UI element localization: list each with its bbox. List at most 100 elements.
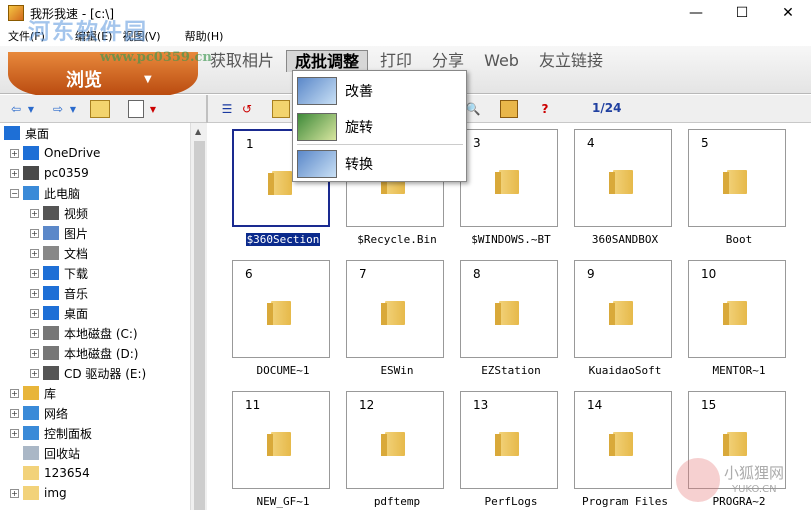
tree-item-label: 下载 bbox=[64, 266, 89, 281]
tree-expander[interactable]: + bbox=[30, 348, 39, 358]
view-mode-icon[interactable] bbox=[128, 100, 144, 118]
tree-expander[interactable]: + bbox=[30, 228, 39, 238]
tree-item[interactable]: 桌面 bbox=[4, 123, 49, 143]
thumbnail-item[interactable]: 4 360SANDBOX bbox=[568, 125, 682, 255]
thumbnail-filename: Program Files bbox=[581, 495, 669, 508]
batch-list-icon[interactable]: ☰ bbox=[214, 100, 240, 118]
tree-expander[interactable]: + bbox=[10, 488, 19, 498]
tab-get-photos[interactable]: 获取相片 bbox=[202, 50, 282, 72]
thumbnail-frame[interactable]: 4 bbox=[574, 129, 672, 227]
close-button[interactable]: ✕ bbox=[765, 0, 811, 26]
tree-item[interactable]: − 此电脑 bbox=[10, 183, 80, 203]
tree-item[interactable]: 123654 bbox=[10, 463, 90, 483]
tree-expander[interactable]: + bbox=[10, 168, 19, 178]
tree-item[interactable]: + OneDrive bbox=[10, 143, 100, 163]
tree-item[interactable]: + 桌面 bbox=[30, 303, 88, 323]
thumbnail-item[interactable]: 8 EZStation bbox=[454, 256, 568, 386]
tree-item[interactable]: + 网络 bbox=[10, 403, 68, 423]
thumbnail-frame[interactable]: 7 bbox=[346, 260, 444, 358]
forward-dropdown-icon[interactable]: ▼ bbox=[68, 100, 78, 118]
tree-item[interactable]: + CD 驱动器 (E:) bbox=[30, 363, 146, 383]
tree-item[interactable]: 回收站 bbox=[10, 443, 80, 463]
minimize-button[interactable]: — bbox=[673, 0, 719, 26]
tree-item[interactable]: + img bbox=[10, 483, 67, 503]
tab-print[interactable]: 打印 bbox=[372, 50, 420, 72]
tree-item[interactable]: + 库 bbox=[10, 383, 56, 403]
thumbnail-item[interactable]: 6 DOCUME~1 bbox=[226, 256, 340, 386]
tree-item[interactable]: + 下载 bbox=[30, 263, 88, 283]
scrollbar-thumb[interactable] bbox=[194, 141, 205, 510]
tab-web[interactable]: Web bbox=[476, 50, 527, 72]
thumbnail-number: 7 bbox=[359, 267, 367, 281]
thumbnail-frame[interactable]: 5 bbox=[688, 129, 786, 227]
tree-item[interactable]: + 音乐 bbox=[30, 283, 88, 303]
back-icon[interactable]: ⇦ bbox=[6, 100, 26, 118]
folder-icon bbox=[268, 171, 292, 195]
tree-expander[interactable]: + bbox=[10, 148, 19, 158]
tree-item[interactable]: + 文档 bbox=[30, 243, 88, 263]
thumbnail-item[interactable]: 11 NEW_GF~1 bbox=[226, 387, 340, 510]
tree-expander[interactable]: + bbox=[30, 288, 39, 298]
tree-item[interactable]: + 图片 bbox=[30, 223, 88, 243]
forward-icon[interactable]: ⇨ bbox=[48, 100, 68, 118]
tree-expander[interactable]: + bbox=[30, 268, 39, 278]
slideshow-icon[interactable] bbox=[500, 100, 518, 118]
maximize-button[interactable]: ☐ bbox=[719, 0, 765, 26]
open-folder-icon[interactable] bbox=[272, 100, 290, 118]
thumbnail-caption: $360Section bbox=[226, 233, 340, 246]
tree-item[interactable]: + 本地磁盘 (D:) bbox=[30, 343, 138, 363]
thumbnail-frame[interactable]: 12 bbox=[346, 391, 444, 489]
view-dropdown-icon[interactable]: ▼ bbox=[148, 100, 158, 118]
thumbnail-item[interactable]: 5 Boot bbox=[682, 125, 796, 255]
menu-item-label: 转换 bbox=[345, 157, 373, 173]
help-icon[interactable]: ? bbox=[536, 100, 554, 118]
thumbnail-frame[interactable]: 14 bbox=[574, 391, 672, 489]
thumbnail-item[interactable]: 9 KuaidaoSoft bbox=[568, 256, 682, 386]
thumbnail-number: 14 bbox=[587, 398, 603, 412]
thumbnail-item[interactable]: 3 $WINDOWS.~BT bbox=[454, 125, 568, 255]
back-dropdown-icon[interactable]: ▼ bbox=[26, 100, 36, 118]
menu-item-convert[interactable]: 转换 bbox=[297, 148, 463, 180]
tree-expander[interactable]: + bbox=[30, 248, 39, 258]
menu-item-enhance[interactable]: 改善 bbox=[297, 75, 463, 107]
tree-item[interactable]: + 控制面板 bbox=[10, 423, 92, 443]
thumbnail-frame[interactable]: 9 bbox=[574, 260, 672, 358]
thumbnail-item[interactable]: 12 pdftemp bbox=[340, 387, 454, 510]
tree-scrollbar[interactable]: ▲ bbox=[190, 123, 207, 510]
tree-expander[interactable]: + bbox=[30, 308, 39, 318]
folder-up-icon[interactable] bbox=[90, 100, 110, 118]
thumbnail-frame[interactable]: 6 bbox=[232, 260, 330, 358]
watermark-site-name: 河东软件园 bbox=[28, 19, 149, 45]
thumbnail-frame[interactable]: 11 bbox=[232, 391, 330, 489]
thumbnail-item[interactable]: 7 ESWin bbox=[340, 256, 454, 386]
tree-expander[interactable]: − bbox=[10, 188, 19, 198]
thumbnail-item[interactable]: 10 MENTOR~1 bbox=[682, 256, 796, 386]
thumbnail-item[interactable]: 14 Program Files bbox=[568, 387, 682, 510]
tree-item[interactable]: + 视频 bbox=[30, 203, 88, 223]
tree-expander[interactable]: + bbox=[10, 388, 19, 398]
thumbnail-frame[interactable]: 13 bbox=[460, 391, 558, 489]
menu-help[interactable]: 帮助(H) bbox=[181, 28, 228, 46]
thumbnail-item[interactable]: 13 PerfLogs bbox=[454, 387, 568, 510]
tree-expander[interactable]: + bbox=[30, 368, 39, 378]
thumbnail-frame[interactable]: 8 bbox=[460, 260, 558, 358]
tree-expander[interactable]: + bbox=[10, 408, 19, 418]
tab-batch-adjust[interactable]: 成批调整 bbox=[286, 50, 369, 72]
tab-ulead-links[interactable]: 友立链接 bbox=[531, 50, 611, 72]
undo-icon[interactable]: ↺ bbox=[240, 100, 254, 118]
thumbnail-number: 13 bbox=[473, 398, 489, 412]
thumbnail-frame[interactable]: 3 bbox=[460, 129, 558, 227]
tree-item[interactable]: + pc0359 bbox=[10, 163, 89, 183]
tree-expander[interactable]: + bbox=[30, 328, 39, 338]
scroll-up-icon[interactable]: ▲ bbox=[195, 127, 201, 136]
control-panel-icon bbox=[23, 426, 39, 440]
enhance-icon bbox=[297, 77, 337, 105]
menu-item-rotate[interactable]: 旋转 bbox=[297, 111, 463, 143]
tree-item[interactable]: + 本地磁盘 (C:) bbox=[30, 323, 138, 343]
thumbnail-number: 5 bbox=[701, 136, 709, 150]
tree-expander[interactable]: + bbox=[10, 428, 19, 438]
thumbnail-filename: $Recycle.Bin bbox=[357, 233, 437, 246]
tab-share[interactable]: 分享 bbox=[424, 50, 472, 72]
thumbnail-frame[interactable]: 10 bbox=[688, 260, 786, 358]
tree-expander[interactable]: + bbox=[30, 208, 39, 218]
